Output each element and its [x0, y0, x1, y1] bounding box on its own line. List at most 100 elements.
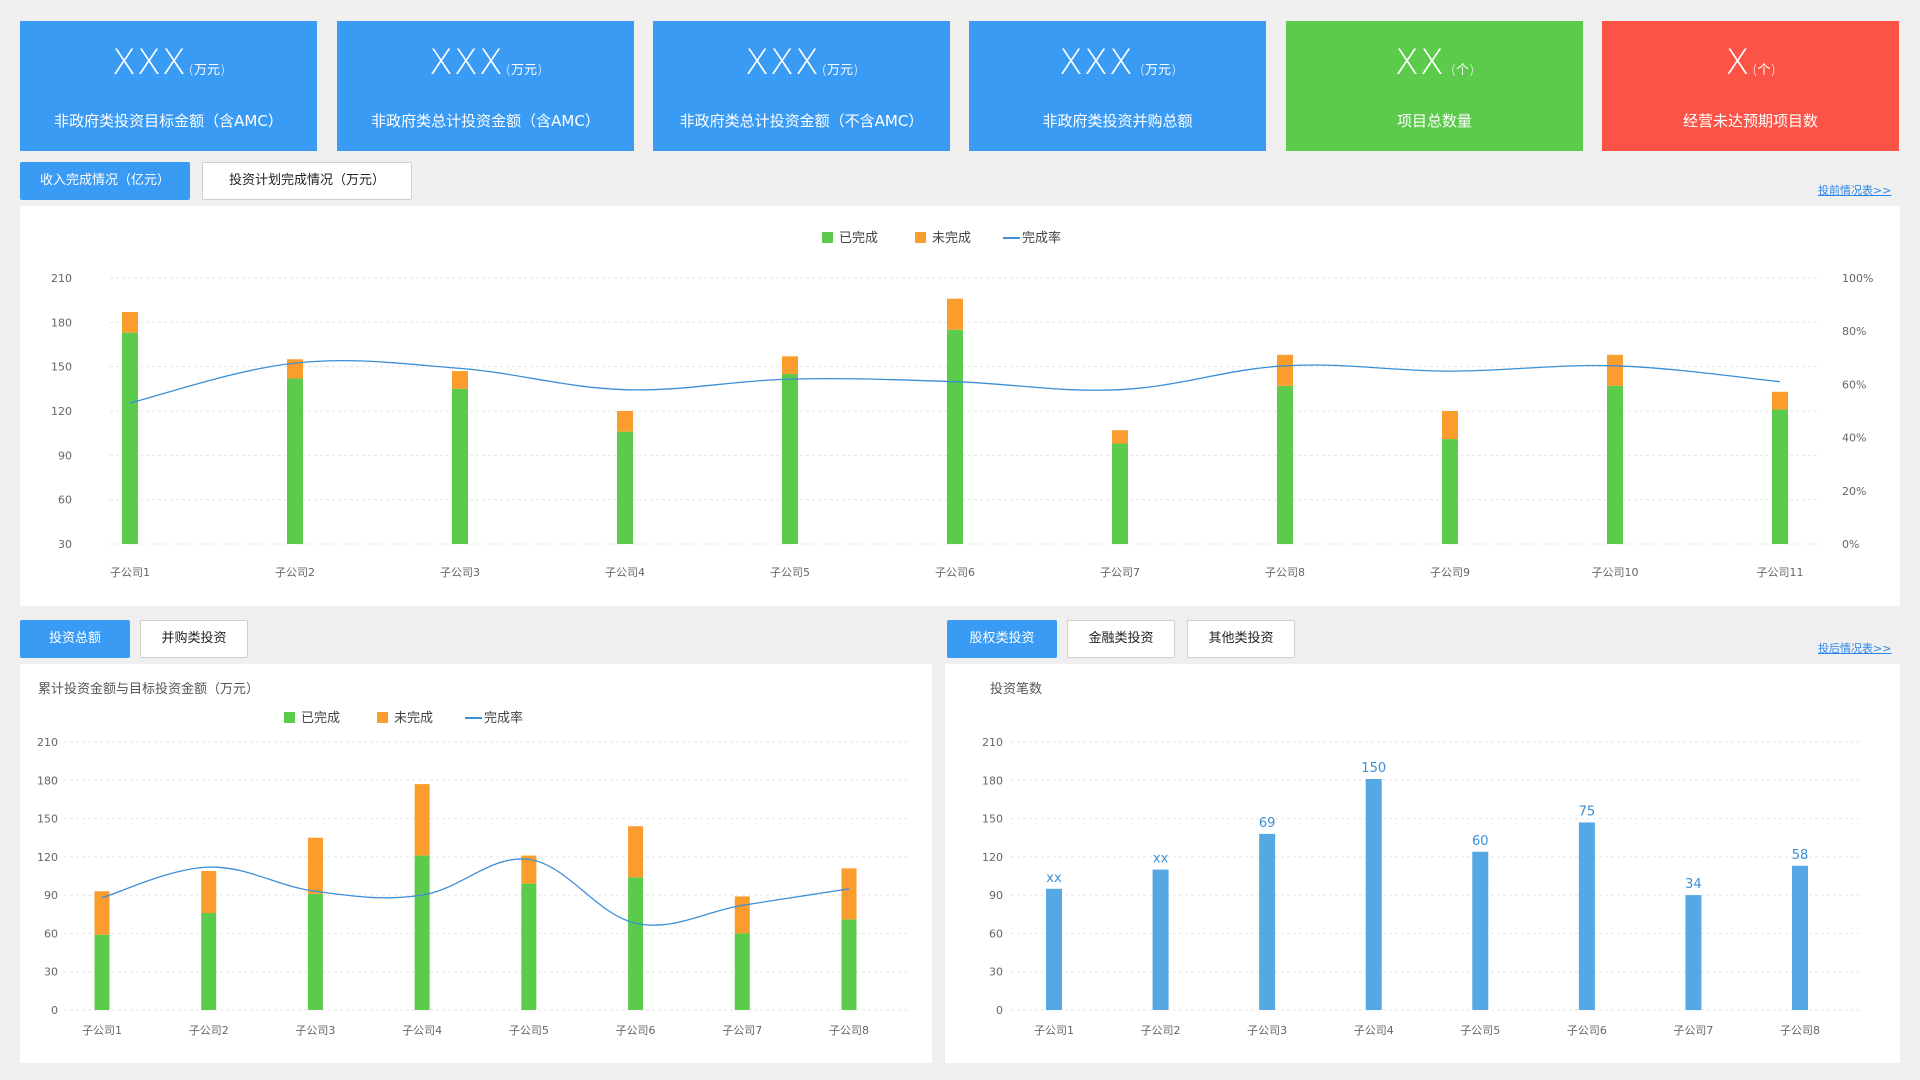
y-tick-label: 120 — [51, 405, 72, 418]
y-tick-label: 180 — [37, 774, 58, 787]
legend-undone-swatch — [915, 232, 926, 243]
bar-undone — [1442, 411, 1458, 440]
bar-done — [841, 919, 857, 1010]
bar — [1259, 833, 1276, 1010]
bar-done — [947, 329, 963, 544]
post-investment-report-link[interactable]: 投后情况表>> — [1818, 640, 1891, 656]
bar-undone — [782, 356, 798, 375]
bar-done — [414, 855, 430, 1010]
bar-undone — [1772, 391, 1788, 410]
x-tick-label: 子公司2 — [1141, 1024, 1181, 1037]
x-tick-label: 子公司6 — [616, 1024, 656, 1037]
x-tick-label: 子公司11 — [1757, 566, 1804, 579]
x-tick-label: 子公司3 — [1247, 1024, 1287, 1037]
bar-done — [122, 332, 138, 544]
bar-done — [1442, 439, 1458, 544]
bar-undone — [414, 784, 430, 856]
kpi-value: XX (个) — [1286, 39, 1583, 95]
tab-other-investment[interactable]: 其他类投资 — [1187, 620, 1295, 658]
y-tick-label: 60 — [44, 927, 58, 940]
x-tick-label: 子公司7 — [1100, 566, 1140, 579]
x-tick-label: 子公司1 — [110, 566, 150, 579]
kpi-label: 非政府类总计投资金额（含AMC） — [371, 112, 600, 130]
bar — [1578, 822, 1595, 1010]
bar-done — [1772, 409, 1788, 544]
kpi-label: 非政府类投资并购总额 — [1042, 112, 1193, 130]
data-label: 69 — [1259, 816, 1276, 831]
tab-investment-plan-completion[interactable]: 投资计划完成情况（万元） — [202, 162, 412, 200]
bar-undone — [94, 891, 110, 935]
legend-done-label: 已完成 — [839, 231, 878, 246]
x-tick-label: 子公司7 — [1673, 1024, 1713, 1037]
kpi-value: X (个) — [1602, 39, 1899, 95]
kpi-value-number: XX — [1394, 43, 1445, 83]
investment-count-chart: 0 30 60 90 120 150 180 210 xx 子公司1 xx 子公司2 69 子公司3 150… — [982, 736, 1860, 1037]
kpi-value-number: XXX — [1058, 43, 1134, 83]
bar-done — [201, 913, 217, 1010]
bar-undone — [947, 298, 963, 330]
bar-done — [782, 374, 798, 544]
kpi-value: XXX (万元) — [969, 39, 1266, 95]
revenue-completion-chart: 已完成 未完成 完成率 30 60 90 120 150 180 210 0% 20% 40% 60% 80… — [51, 230, 1873, 579]
x-tick-label: 子公司6 — [935, 566, 975, 579]
y-tick-label: 0 — [996, 1004, 1003, 1017]
tab-equity-investment[interactable]: 股权类投资 — [947, 620, 1057, 658]
bar-undone — [307, 837, 323, 894]
bar-done — [734, 933, 750, 1010]
kpi-value: XXX (万元) — [337, 39, 634, 95]
legend-undone-swatch — [377, 712, 388, 723]
y-tick-label: 30 — [989, 966, 1003, 979]
x-tick-label: 子公司4 — [605, 566, 645, 579]
y-tick-label: 180 — [51, 316, 72, 329]
legend-undone-label: 未完成 — [394, 711, 433, 726]
bar-undone — [1112, 430, 1128, 444]
y2-tick-label: 20% — [1842, 485, 1866, 498]
x-tick-label: 子公司2 — [189, 1024, 229, 1037]
legend-undone-label: 未完成 — [932, 231, 971, 246]
data-label: xx — [1046, 871, 1062, 886]
kpi-card-5: XX (个) 项目总数量 — [1286, 21, 1583, 151]
y-tick-label: 210 — [51, 272, 72, 285]
y-tick-label: 30 — [44, 966, 58, 979]
legend-done-label: 已完成 — [301, 711, 340, 726]
bar-undone — [734, 896, 750, 934]
bar-undone — [1607, 354, 1623, 386]
pre-investment-report-link[interactable]: 投前情况表>> — [1818, 182, 1891, 198]
bar-undone — [452, 371, 468, 389]
data-label: xx — [1153, 852, 1169, 867]
tab-revenue-completion[interactable]: 收入完成情况（亿元） — [20, 162, 190, 200]
tab-total-investment[interactable]: 投资总额 — [20, 620, 130, 658]
x-tick-label: 子公司5 — [509, 1024, 549, 1037]
y2-tick-label: 40% — [1842, 432, 1866, 445]
kpi-card-1: XXX (万元) 非政府类投资目标金额（含AMC） — [20, 21, 317, 151]
bar — [1792, 865, 1808, 1010]
bar-done — [94, 934, 110, 1010]
tab-ma-investment[interactable]: 并购类投资 — [140, 620, 248, 658]
y2-tick-label: 100% — [1842, 272, 1873, 285]
bar-undone — [201, 870, 217, 914]
x-tick-label: 子公司8 — [829, 1024, 869, 1037]
x-tick-label: 子公司8 — [1780, 1024, 1820, 1037]
x-tick-label: 子公司4 — [1354, 1024, 1394, 1037]
kpi-label: 项目总数量 — [1396, 112, 1472, 130]
y-tick-label: 30 — [58, 538, 72, 551]
bar-done — [452, 388, 468, 544]
bar-undone — [841, 868, 857, 920]
kpi-value: XXX (万元) — [20, 39, 317, 95]
bar — [1152, 869, 1169, 1010]
y-tick-label: 180 — [982, 774, 1003, 787]
bar-undone — [122, 311, 138, 333]
bar-undone — [1277, 354, 1293, 386]
y2-tick-label: 0% — [1842, 538, 1859, 551]
legend-rate-label: 完成率 — [1022, 230, 1061, 246]
y-tick-label: 90 — [44, 889, 58, 902]
x-tick-label: 子公司9 — [1430, 566, 1470, 579]
kpi-card-6: X (个) 经营未达预期项目数 — [1602, 21, 1899, 151]
y-tick-label: 60 — [58, 494, 72, 507]
tab-financial-investment[interactable]: 金融类投资 — [1067, 620, 1175, 658]
kpi-value-number: XXX — [111, 43, 187, 83]
bar-undone — [617, 411, 633, 432]
kpi-value-number: X — [1725, 43, 1751, 83]
y-tick-label: 120 — [37, 851, 58, 864]
bottom-right-chart-panel: 投资笔数 0 30 60 90 120 150 180 210 xx 子公司1 xx 子公司2 69 子公… — [945, 664, 1900, 1063]
